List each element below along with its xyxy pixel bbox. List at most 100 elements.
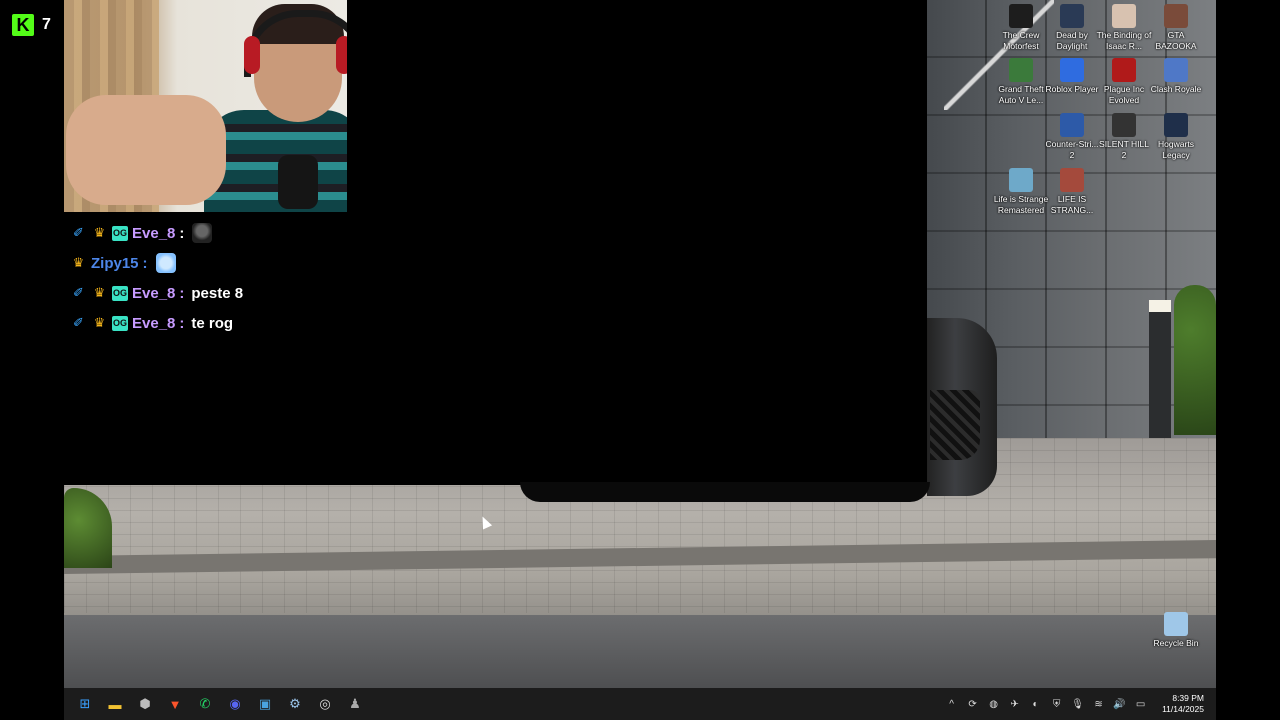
steam-icon[interactable]: ⚙ [284, 693, 306, 715]
gta-v-icon [1009, 58, 1033, 82]
dead-by-daylight-icon [1060, 4, 1084, 28]
sword-icon: ✐ [73, 225, 84, 240]
crown-icon: ♛ [93, 225, 106, 240]
desktop-icon-label: Life is Strange Remastered [993, 194, 1049, 215]
kick-viewer-badge: K 7 [12, 14, 51, 36]
game-icon[interactable]: ♟ [344, 693, 366, 715]
wallpaper-road [64, 615, 1216, 688]
plague-inc-icon [1112, 58, 1136, 82]
cat-emote [192, 223, 213, 243]
chat-message: ♛ Zipy15: [70, 248, 360, 278]
silent-hill-icon [1112, 113, 1136, 137]
desktop-icon-label: Roblox Player [1045, 84, 1099, 94]
discord-icon[interactable]: ◉ [224, 693, 246, 715]
desktop-icon[interactable]: SILENT HILL 2 [1096, 113, 1152, 160]
binding-of-isaac-icon [1112, 4, 1136, 28]
photos-icon[interactable]: ▣ [254, 693, 276, 715]
tray-icons: ^ ⟳ ◍ ✈ ◐ ⛨ 🎙 ≋ 🔊 ▭ [944, 697, 1148, 712]
desktop-icon[interactable]: LIFE IS STRANG... [1044, 168, 1100, 215]
recycle-bin-icon [1164, 612, 1188, 636]
desktop-icon[interactable]: Plague Inc Evolved [1096, 58, 1152, 105]
steam-tray-icon[interactable]: ◍ [986, 697, 1001, 712]
chat-message: ✐ ♛ OG Eve_8: peste 8 [70, 278, 360, 308]
brave-browser-icon[interactable]: ▼ [164, 693, 186, 715]
sword-icon: ✐ [73, 315, 84, 330]
chat-colon: : [179, 284, 185, 302]
desktop-icon-label: Dead by Daylight [1056, 30, 1088, 51]
volume-icon[interactable]: 🔊 [1112, 697, 1127, 712]
counter-strike-icon [1060, 113, 1084, 137]
file-explorer-icon[interactable]: ▬ [104, 693, 126, 715]
desktop-icon-label: SILENT HILL 2 [1099, 139, 1149, 160]
life-is-strange-2-icon [1060, 168, 1084, 192]
desktop-icon-label: The Binding of Isaac R... [1096, 30, 1152, 51]
chat-message: ✐ ♛ OG Eve_8: [70, 218, 360, 248]
crown-icon: ♛ [93, 285, 106, 300]
webcam-feed [64, 0, 347, 212]
clash-royale-icon [1164, 58, 1188, 82]
wallpaper-bushes [1174, 285, 1216, 435]
taskbar-clock[interactable]: 8:39 PM 11/14/2025 [1162, 693, 1204, 715]
desktop-icon[interactable]: Grand Theft Auto V Le... [993, 58, 1049, 105]
desktop-icon[interactable]: Roblox Player [1044, 58, 1100, 95]
og-badge: OG [112, 225, 128, 241]
chat-text: peste 8 [191, 284, 244, 302]
the-crew-motorfest-icon [1009, 4, 1033, 28]
chevron-up-icon[interactable]: ^ [944, 697, 959, 712]
desktop-icon-label: Counter-Stri... 2 [1045, 139, 1099, 160]
system-tray: ^ ⟳ ◍ ✈ ◐ ⛨ 🎙 ≋ 🔊 ▭ 8:39 PM 11/14/2025 [944, 688, 1204, 720]
og-badge: OG [112, 285, 128, 301]
desktop-icon-label: GTA BAZOOKA [1155, 30, 1197, 51]
desktop-icon-label: Recycle Bin [1153, 638, 1199, 648]
desktop-icon[interactable]: GTA BAZOOKA [1148, 4, 1204, 51]
desktop-icon-label: Hogwarts Legacy [1158, 139, 1194, 160]
wallpaper-car-bottom [520, 482, 930, 502]
sync-icon[interactable]: ⟳ [965, 697, 980, 712]
microphone-icon[interactable]: 🎙 [1070, 697, 1085, 712]
chat-colon: : [142, 254, 148, 272]
desktop-icon[interactable]: Dead by Daylight [1044, 4, 1100, 51]
shield-icon[interactable]: ⛨ [1049, 697, 1064, 712]
og-badge: OG [112, 315, 128, 331]
desktop-icon-label: Grand Theft Auto V Le... [998, 84, 1044, 105]
hogwarts-icon [1164, 113, 1188, 137]
viewer-count: 7 [42, 16, 51, 33]
roblox-icon [1060, 58, 1084, 82]
desktop-icon-label: Clash Royale [1150, 84, 1202, 94]
chat-message: ✐ ♛ OG Eve_8: te rog [70, 308, 360, 338]
taskbar: ⊞ ▬ ⬢ ▼ ✆ ◉ ▣ ⚙ ◎ ♟ ^ ⟳ ◍ ✈ ◐ ⛨ 🎙 ≋ 🔊 ▭ 8:39 PM 11/14/2025 [64, 688, 1216, 720]
desktop-icon[interactable]: The Binding of Isaac R... [1096, 4, 1152, 51]
gta-bazooka-icon [1164, 4, 1188, 28]
whatsapp-icon[interactable]: ✆ [194, 693, 216, 715]
desktop-icon[interactable]: Recycle Bin [1148, 612, 1204, 649]
desktop-icon[interactable]: Counter-Stri... 2 [1044, 113, 1100, 160]
clock-time: 8:39 PM [1172, 693, 1204, 703]
desktop-icon[interactable]: Clash Royale [1148, 58, 1204, 95]
chat-username: Eve_8 [132, 284, 176, 302]
life-is-strange-icon [1009, 168, 1033, 192]
app-icon[interactable]: ⬢ [134, 693, 156, 715]
chat-text: te rog [191, 314, 234, 332]
obs-icon[interactable]: ◎ [314, 693, 336, 715]
desktop-icon-label: The Crew Motorfest [1002, 30, 1040, 51]
wifi-icon[interactable]: ≋ [1091, 697, 1106, 712]
chat-username: Eve_8 [132, 314, 176, 332]
wallpaper-car-grill [930, 390, 980, 460]
chat-username: Eve_8 [132, 224, 176, 242]
wallpaper-lamp [1149, 300, 1171, 438]
tray-app-icon[interactable]: ✈ [1007, 697, 1022, 712]
crown-icon: ♛ [72, 255, 85, 270]
desktop-icon[interactable]: Hogwarts Legacy [1148, 113, 1204, 160]
battery-icon[interactable]: ▭ [1133, 697, 1148, 712]
taskbar-apps: ⊞ ▬ ⬢ ▼ ✆ ◉ ▣ ⚙ ◎ ♟ [74, 693, 366, 715]
kick-logo-icon: K [12, 14, 34, 36]
crown-icon: ♛ [93, 315, 106, 330]
chat-colon: : [179, 314, 185, 332]
hand-emote [155, 253, 176, 273]
sword-icon: ✐ [73, 285, 84, 300]
desktop-icon[interactable]: Life is Strange Remastered [993, 168, 1049, 215]
tray-app-2-icon[interactable]: ◐ [1028, 697, 1043, 712]
desktop-icon[interactable]: The Crew Motorfest [993, 4, 1049, 51]
chat-username: Zipy15 [91, 254, 139, 272]
windows-start-icon[interactable]: ⊞ [74, 693, 96, 715]
